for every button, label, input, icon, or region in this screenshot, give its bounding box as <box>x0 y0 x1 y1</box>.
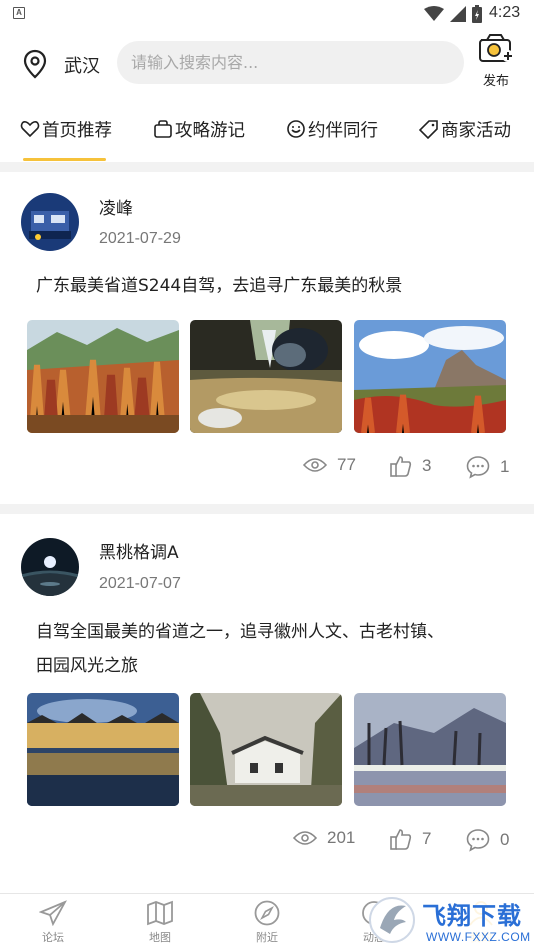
status-icons <box>424 5 482 23</box>
active-tab-indicator <box>23 158 106 161</box>
nav-map[interactable]: 地图 <box>130 900 190 945</box>
like-button[interactable]: 3 <box>390 455 431 477</box>
views-count: 77 <box>303 455 356 475</box>
nav-forum[interactable]: 论坛 <box>23 900 83 945</box>
tab-label: 商家活动 <box>441 121 511 141</box>
category-tabs: 首页推荐 攻略游记 约伴同行 商家活动 <box>0 100 534 162</box>
post-photo[interactable] <box>190 693 342 806</box>
wifi-icon <box>424 6 444 21</box>
post-photo[interactable] <box>27 693 179 806</box>
avatar[interactable] <box>21 193 79 251</box>
clock: 4:23 <box>489 4 521 21</box>
section-divider <box>0 162 534 172</box>
avatar[interactable] <box>21 538 79 596</box>
comment-button[interactable]: 0 <box>466 828 509 852</box>
eye-icon <box>303 458 327 472</box>
post-text[interactable]: 广东最美省道S244自驾，去追寻广东最美的秋景 <box>36 269 506 303</box>
section-divider <box>0 504 534 514</box>
watermark-url: WWW.FXXZ.COM <box>426 930 531 944</box>
tab-travel-buddies[interactable]: 约伴同行 <box>286 100 378 162</box>
author-name[interactable]: 凌峰 <box>99 194 133 219</box>
signal-icon <box>450 6 466 22</box>
map-icon <box>147 900 173 926</box>
post-card[interactable]: 黑桃格调A 2021-07-07 自驾全国最美的省道之一，追寻徽州人文、古老村镇… <box>0 514 534 890</box>
post-photo[interactable] <box>190 320 342 433</box>
post-photo[interactable] <box>27 320 179 433</box>
tab-label: 攻略游记 <box>175 121 245 141</box>
heart-icon <box>20 121 40 138</box>
location-pin-icon[interactable] <box>22 49 48 79</box>
post-card[interactable]: 凌峰 2021-07-29 广东最美省道S244自驾，去追寻广东最美的秋景 77… <box>0 172 534 504</box>
tab-label: 首页推荐 <box>42 121 112 141</box>
post-date: 2021-07-07 <box>99 575 181 592</box>
header: 武汉 发布 <box>0 28 534 100</box>
watermark-title: 飞翔下载 <box>422 902 522 930</box>
tab-travel-guides[interactable]: 攻略游记 <box>153 100 245 162</box>
likes-value: 3 <box>422 456 432 475</box>
author-name[interactable]: 黑桃格调A <box>99 538 179 563</box>
nav-label: 地图 <box>149 931 171 944</box>
nav-nearby[interactable]: 附近 <box>237 900 297 945</box>
comment-icon <box>466 456 490 479</box>
comments-value: 1 <box>500 457 510 476</box>
post-text-line: 自驾全国最美的省道之一，追寻徽州人文、古老村镇、 <box>36 622 444 642</box>
search-input[interactable] <box>117 41 464 84</box>
tag-icon <box>419 120 438 139</box>
battery-icon <box>472 5 482 23</box>
post-text-line: 田园风光之旅 <box>36 656 138 676</box>
post-stats: 77 3 1 <box>0 455 534 483</box>
status-bar: A 4:23 <box>0 0 534 28</box>
views-value: 201 <box>327 828 356 847</box>
nav-label: 附近 <box>256 931 278 944</box>
tab-label: 约伴同行 <box>308 121 378 141</box>
watermark: 飞翔下载 WWW.FXXZ.COM <box>366 890 534 950</box>
publish-button[interactable]: 发布 <box>475 32 517 94</box>
thumbs-up-icon <box>390 456 412 477</box>
camera-add-icon <box>479 34 514 62</box>
notification-icon: A <box>13 7 25 19</box>
like-button[interactable]: 7 <box>390 828 431 850</box>
post-stats: 201 7 0 <box>0 828 534 856</box>
comment-icon <box>466 829 490 852</box>
comment-button[interactable]: 1 <box>466 455 509 479</box>
comments-value: 0 <box>500 830 510 849</box>
thumbs-up-icon <box>390 829 412 850</box>
bag-icon <box>154 120 172 138</box>
post-date: 2021-07-29 <box>99 230 181 247</box>
post-photo[interactable] <box>354 693 506 806</box>
tab-merchant-events[interactable]: 商家活动 <box>419 100 511 162</box>
post-text[interactable]: 自驾全国最美的省道之一，追寻徽州人文、古老村镇、 田园风光之旅 <box>36 615 506 683</box>
eye-icon <box>293 831 317 845</box>
tab-home-recommend[interactable]: 首页推荐 <box>20 100 112 162</box>
likes-value: 7 <box>422 829 432 848</box>
compass-icon <box>254 900 280 926</box>
views-count: 201 <box>293 828 355 848</box>
paper-plane-icon <box>39 900 67 926</box>
smile-icon <box>287 120 305 138</box>
views-value: 77 <box>337 455 356 474</box>
nav-label: 论坛 <box>42 931 64 944</box>
city-selector[interactable]: 武汉 <box>64 52 100 78</box>
publish-label: 发布 <box>482 74 509 89</box>
post-photo[interactable] <box>354 320 506 433</box>
